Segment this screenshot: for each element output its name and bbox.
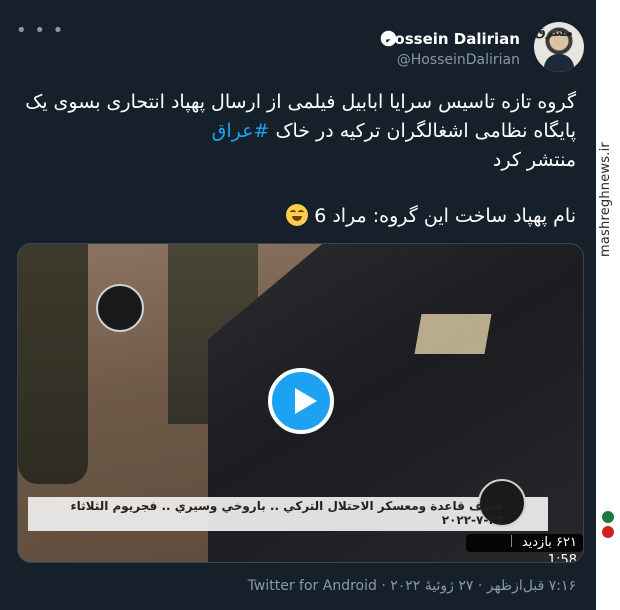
video-banner-text: قصف قاعدة ومعسكر الاحتلال التركي .. بارو…	[70, 499, 503, 527]
watermark-site: mashreghnews.ir	[598, 142, 613, 258]
avatar-figure	[544, 54, 574, 72]
duration-label: 1:58	[547, 553, 577, 563]
channel-logo-icon	[96, 284, 144, 332]
watermark-logo-icon	[602, 511, 614, 538]
thumbnail-plate	[414, 314, 492, 354]
tweet-text-tail: منتشر کرد	[492, 149, 576, 171]
tweet-text: گروه تازه تاسیس سرایا ابابیل فیلمی از ار…	[16, 88, 576, 175]
tweet-second-text: نام پهپاد ساخت این گروه: مراد 6	[314, 205, 576, 227]
tweet-second-line: نام پهپاد ساخت این گروه: مراد 6	[16, 202, 576, 231]
author-name[interactable]: Hossein Dalirian	[382, 30, 520, 48]
avatar-logo: مشرق	[535, 25, 573, 39]
author-handle[interactable]: @HosseinDalirian	[397, 52, 520, 68]
thumbnail-figure-left	[18, 244, 88, 484]
play-button-icon[interactable]	[268, 368, 334, 434]
hashtag-link[interactable]: #عراق	[212, 120, 270, 142]
laughing-tears-emoji-icon	[286, 204, 309, 226]
tweet-meta[interactable]: ۷:۱۶ قبل‌ازظهر · ۲۷ ژوئیهٔ ۲۰۲۲ · Twitte…	[248, 578, 576, 594]
tweet-text-main: گروه تازه تاسیس سرایا ابابیل فیلمی از ار…	[25, 91, 576, 142]
watermark-strip: mashreghnews.ir	[596, 0, 620, 610]
view-count: ۶۲۱ بازدید	[521, 535, 577, 550]
video-player[interactable]: قصف قاعدة ومعسكر الاحتلال التركي .. بارو…	[17, 243, 584, 563]
avatar[interactable]: مشرق	[534, 22, 584, 72]
more-options-icon[interactable]: • • •	[16, 22, 64, 40]
video-duration-views: ۶۲۱ بازدید 1:58	[466, 534, 583, 562]
tweet-card: • • • مشرق Hossein Dalirian @HosseinDali…	[0, 0, 596, 610]
